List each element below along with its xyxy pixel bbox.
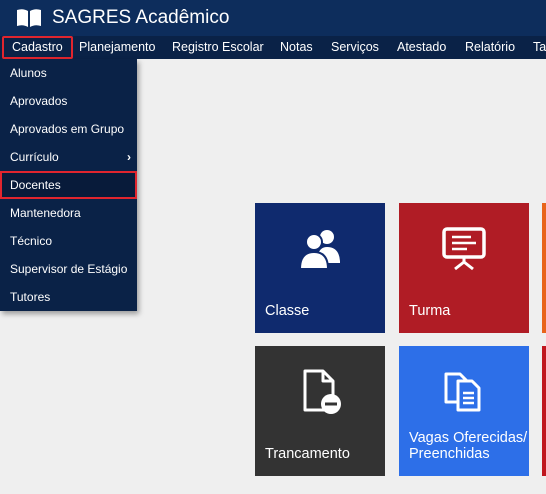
tile-turma[interactable]: Turma [399,203,529,333]
menu-item-tecnico[interactable]: Técnico [0,227,137,255]
nav-item-registro-escolar[interactable]: Registro Escolar [172,36,264,59]
book-icon [17,9,41,27]
nav-item-notas[interactable]: Notas [280,36,313,59]
tile-trancamento[interactable]: Trancamento [255,346,385,476]
main-menu-bar: Cadastro Planejamento Registro Escolar N… [0,36,546,59]
tile-label-line: Vagas Oferecidas/ [409,430,528,446]
tile-vagas-oferecidas-preenchidas[interactable]: Vagas Oferecidas/ Preenchidas [399,346,529,476]
file-remove-icon [303,369,341,414]
menu-item-tutores[interactable]: Tutores [0,283,137,311]
tile-classe[interactable]: Classe [255,203,385,333]
top-header: SAGRES Acadêmico [0,0,546,36]
menu-item-label: Tutores [10,290,51,304]
app-title: SAGRES Acadêmico [52,7,230,28]
chevron-right-icon: › [127,150,131,164]
nav-item-relatorio[interactable]: Relatório [465,36,515,59]
menu-item-label: Alunos [10,66,47,80]
menu-item-aprovados[interactable]: Aprovados [0,87,137,115]
menu-item-label: Docentes [10,178,61,192]
menu-item-label: Aprovados [10,94,68,108]
tile-partial-orange[interactable] [542,203,546,333]
cadastro-dropdown-menu: Alunos Aprovados Aprovados em Grupo Curr… [0,59,137,311]
tile-label: Turma [409,303,451,319]
tile-label: Trancamento [265,446,350,462]
menu-item-label: Mantenedora [10,206,81,220]
nav-item-servicos[interactable]: Serviços [331,36,379,59]
menu-item-docentes[interactable]: Docentes [0,171,137,199]
menu-item-mantenedora[interactable]: Mantenedora [0,199,137,227]
menu-item-curriculo[interactable]: Currículo › [0,143,137,171]
nav-item-truncated[interactable]: Ta [533,36,546,59]
menu-item-label: Supervisor de Estágio [10,262,128,276]
tile-label-line: Preenchidas [409,446,490,462]
documents-icon [444,372,481,412]
nav-item-planejamento[interactable]: Planejamento [79,36,155,59]
menu-item-alunos[interactable]: Alunos [0,59,137,87]
menu-item-label: Currículo [10,150,59,164]
nav-item-atestado[interactable]: Atestado [397,36,446,59]
tile-partial-red[interactable] [542,346,546,476]
tile-label: Classe [265,303,310,319]
presentation-board-icon [442,227,486,271]
menu-item-aprovados-em-grupo[interactable]: Aprovados em Grupo [0,115,137,143]
menu-item-label: Aprovados em Grupo [10,122,125,136]
menu-item-label: Técnico [10,234,53,248]
nav-item-cadastro[interactable]: Cadastro [2,36,73,59]
menu-item-supervisor-de-estagio[interactable]: Supervisor de Estágio [0,255,137,283]
users-icon [298,230,340,270]
tile-label: Vagas Oferecidas/ Preenchidas [409,430,527,462]
